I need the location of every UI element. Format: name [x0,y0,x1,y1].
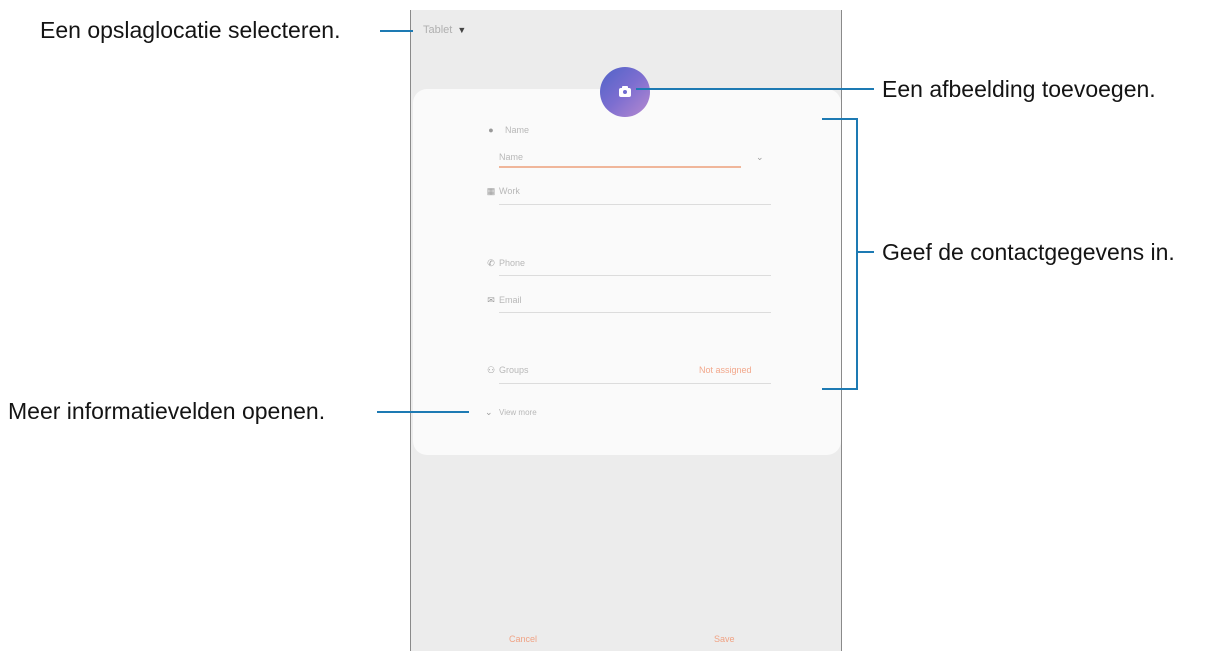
view-more-link[interactable]: View more [499,408,537,418]
people-icon: ⚇ [486,365,496,375]
storage-location-label: Tablet [423,24,453,36]
callout-line-image [636,88,874,90]
phone-input[interactable]: Phone [499,258,525,268]
camera-icon [619,85,631,97]
bracket-vertical [856,118,858,390]
phone-input-underline [499,275,771,276]
save-button[interactable]: Save [714,634,735,644]
name-section-label: Name [505,125,530,135]
person-icon: ● [488,125,494,135]
add-image-button[interactable] [600,67,650,117]
contact-form-card: ● Name Name ⌄ ▦ Work ✆ Phone ✉ Email ⚇ G… [413,89,841,455]
bracket-bottom [822,388,858,390]
callout-image: Een afbeelding toevoegen. [882,76,1156,102]
bracket-top [822,118,858,120]
email-input[interactable]: Email [499,295,522,305]
callout-contact: Geef de contactgegevens in. [882,239,1175,265]
name-input[interactable]: Name [499,152,523,162]
building-icon: ▦ [486,186,496,196]
contact-editor-screen: Tablet ▼ ● Name Name ⌄ ▦ Work ✆ Phone ✉ E… [410,10,842,651]
email-input-underline [499,312,771,313]
envelope-icon: ✉ [487,295,495,305]
cancel-button[interactable]: Cancel [509,634,537,644]
groups-field[interactable]: Groups [499,365,529,375]
caret-down-icon: ▼ [457,25,467,35]
bracket-tick [856,251,874,253]
chevron-down-icon[interactable]: ⌄ [756,152,764,162]
callout-storage: Een opslaglocatie selecteren. [40,17,341,43]
chevron-down-icon[interactable]: ⌄ [485,407,493,417]
callout-line-more [377,411,469,413]
groups-value[interactable]: Not assigned [699,365,752,375]
work-input[interactable]: Work [499,186,520,196]
phone-icon: ✆ [487,258,495,268]
groups-underline [499,383,771,384]
callout-line-storage [380,30,413,32]
work-input-underline [499,204,771,205]
storage-location-selector[interactable]: Tablet ▼ [423,24,466,36]
callout-more: Meer informatievelden openen. [8,398,326,424]
name-input-underline [499,166,741,168]
